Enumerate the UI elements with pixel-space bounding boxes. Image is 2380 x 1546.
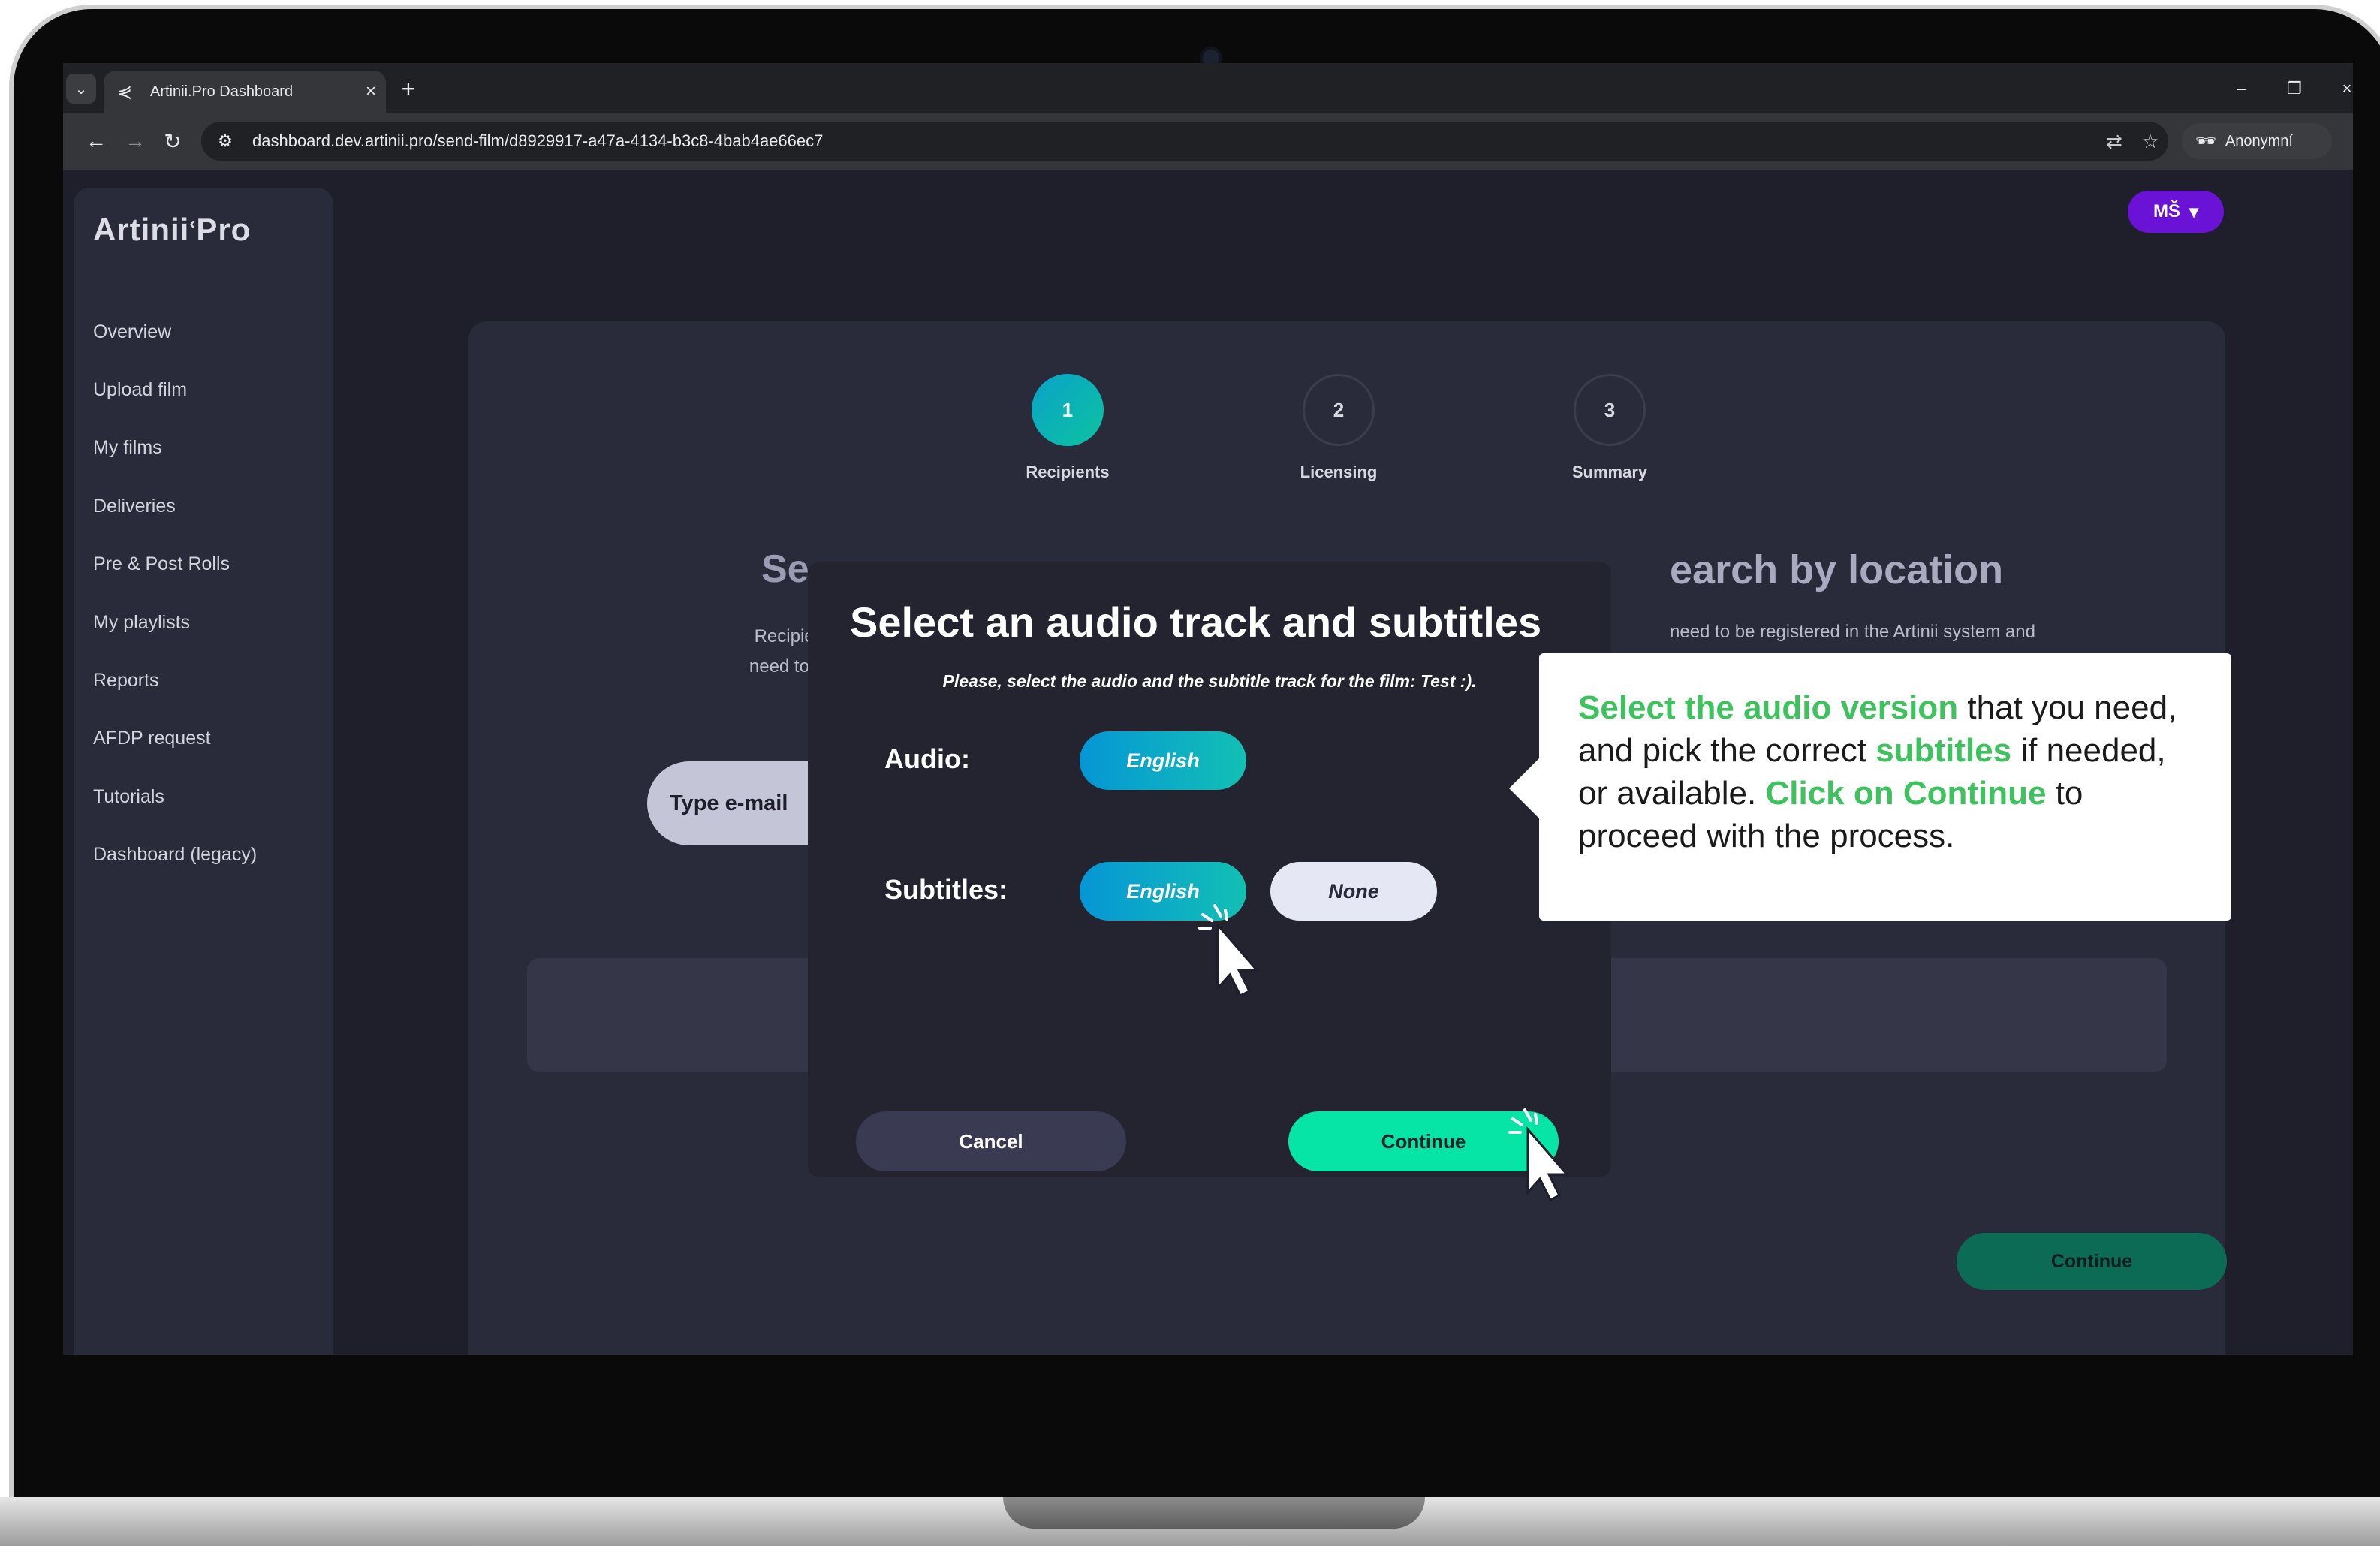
user-menu-button[interactable]: MŠ ▾ xyxy=(2128,191,2224,233)
sidebar-item-tutorials[interactable]: Tutorials xyxy=(93,786,164,808)
sidebar-item-afdp-request[interactable]: AFDP request xyxy=(93,728,211,749)
minimize-icon[interactable]: – xyxy=(2225,74,2258,104)
browser-toolbar: ← → ↻ ⚙ dashboard.dev.artinii.pro/send-f… xyxy=(63,113,2353,170)
audio-subtitle-modal: Select an audio track and subtitles Plea… xyxy=(808,562,1611,1202)
sidebar-item-deliveries[interactable]: Deliveries xyxy=(93,496,176,517)
background-heading-left: Se xyxy=(761,547,809,591)
bookmark-star-icon[interactable]: ☆ xyxy=(2132,130,2168,153)
logo[interactable]: Artinii‹Pro xyxy=(93,212,251,248)
url-text: dashboard.dev.artinii.pro/send-film/d892… xyxy=(252,131,824,150)
step-licensing[interactable]: 2 Licensing xyxy=(1264,374,1414,482)
profile-label: Anonymní xyxy=(2225,132,2293,149)
audio-label: Audio: xyxy=(884,743,970,774)
forward-arrow-icon[interactable]: → xyxy=(120,126,150,156)
tab-search-chevron-icon[interactable]: ⌄ xyxy=(66,74,96,104)
sidebar-item-my-films[interactable]: My films xyxy=(93,437,162,459)
logo-mark-icon: ‹ xyxy=(189,213,197,234)
step-label: Licensing xyxy=(1300,463,1378,481)
screen: ⌄ ⋞ Artinii.Pro Dashboard × + – ❐ × ← → … xyxy=(63,63,2353,1355)
restore-icon[interactable]: ❐ xyxy=(2278,74,2311,104)
incognito-profile-chip[interactable]: 🕶 Anonymní xyxy=(2182,123,2332,159)
sidebar-item-pre-post-rolls[interactable]: Pre & Post Rolls xyxy=(93,553,230,575)
step-summary[interactable]: 3 Summary xyxy=(1535,374,1685,482)
app-root: Artinii‹Pro Overview Upload film My film… xyxy=(63,170,2353,1355)
browser-tabstrip: ⌄ ⋞ Artinii.Pro Dashboard × + – ❐ × xyxy=(63,63,2353,113)
logo-text: Artinii xyxy=(93,212,190,247)
tutorial-callout: Select the audio version that you need, … xyxy=(1509,653,2231,921)
site-info-icon[interactable]: ⚙ xyxy=(210,131,240,151)
type-email-button[interactable]: Type e-mail xyxy=(647,761,835,845)
incognito-icon: 🕶 xyxy=(2195,131,2216,150)
background-text-right: need to be registered in the Artinii sys… xyxy=(1670,622,2035,642)
step-number: 2 xyxy=(1303,374,1375,446)
address-bar[interactable]: ⚙ dashboard.dev.artinii.pro/send-film/d8… xyxy=(201,122,2168,161)
cancel-button[interactable]: Cancel xyxy=(856,1111,1126,1171)
browser-tab[interactable]: ⋞ Artinii.Pro Dashboard × xyxy=(104,71,386,113)
callout-arrow xyxy=(1509,758,1539,818)
share-favicon-icon: ⋞ xyxy=(117,81,133,102)
audio-option-english[interactable]: English xyxy=(1080,731,1246,790)
sidebar-item-upload-film[interactable]: Upload film xyxy=(93,379,187,401)
user-initials: MŠ xyxy=(2153,201,2180,222)
logo-suffix: Pro xyxy=(196,212,252,247)
step-label: Summary xyxy=(1571,463,1648,481)
translate-icon[interactable]: ⇄ xyxy=(2096,130,2132,153)
mouse-pointer-icon xyxy=(1198,904,1260,997)
back-arrow-icon[interactable]: ← xyxy=(81,126,111,156)
reload-icon[interactable]: ↻ xyxy=(158,126,188,156)
close-window-icon[interactable]: × xyxy=(2330,74,2353,104)
subtitle-option-none[interactable]: None xyxy=(1270,862,1437,921)
sidebar-item-reports[interactable]: Reports xyxy=(93,670,159,692)
step-label: Recipients xyxy=(1026,463,1110,481)
sidebar: Artinii‹Pro Overview Upload film My film… xyxy=(74,188,333,1355)
background-heading-right: earch by location xyxy=(1670,547,2004,592)
callout-highlight: Click on Continue xyxy=(1765,775,2047,812)
subtitles-label: Subtitles: xyxy=(884,874,1008,905)
callout-highlight: Select the audio version xyxy=(1578,689,1959,726)
callout-highlight: subtitles xyxy=(1875,732,2012,769)
step-number: 3 xyxy=(1574,374,1646,446)
step-recipients[interactable]: 1 Recipients xyxy=(993,374,1143,482)
new-tab-plus-icon[interactable]: + xyxy=(393,74,423,104)
laptop-notch xyxy=(1003,1497,1425,1529)
tab-close-icon[interactable]: × xyxy=(356,81,386,102)
sidebar-item-overview[interactable]: Overview xyxy=(93,321,171,343)
step-number: 1 xyxy=(1032,374,1104,446)
modal-title: Select an audio track and subtitles xyxy=(850,598,1542,646)
background-continue-button[interactable]: Continue xyxy=(1957,1233,2227,1290)
tab-title: Artinii.Pro Dashboard xyxy=(150,83,294,100)
caret-down-icon: ▾ xyxy=(2189,201,2199,222)
sidebar-item-dashboard-legacy[interactable]: Dashboard (legacy) xyxy=(93,844,257,866)
sidebar-item-my-playlists[interactable]: My playlists xyxy=(93,612,190,634)
modal-subtitle: Please, select the audio and the subtitl… xyxy=(942,671,1477,691)
mouse-pointer-icon xyxy=(1508,1108,1570,1202)
